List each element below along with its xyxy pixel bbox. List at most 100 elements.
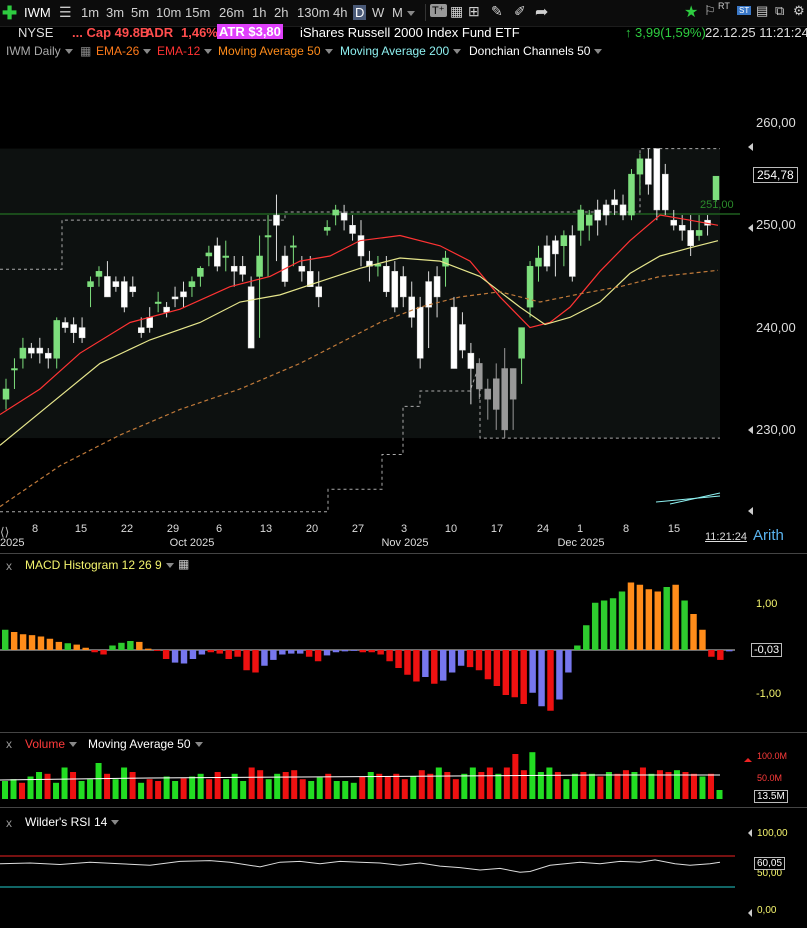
volume-chart[interactable] [0, 733, 807, 807]
candle-body [391, 271, 399, 308]
timeframe-15m[interactable]: 15m [185, 5, 210, 20]
timeframe-D[interactable]: D [353, 5, 367, 20]
macd-bar [341, 650, 349, 652]
chart-name[interactable]: IWM Daily [6, 44, 73, 58]
legend-ema12[interactable]: EMA-12 [157, 44, 213, 58]
volume-bar [682, 772, 689, 799]
candle [628, 169, 635, 221]
candle-body [137, 327, 145, 333]
adr-value: 1,46% [181, 25, 218, 40]
list-icon[interactable]: ☰ [59, 4, 72, 21]
candle-body [670, 219, 677, 226]
volume-bar [129, 772, 136, 799]
rsi-chart[interactable] [0, 808, 807, 928]
volume-bar [597, 776, 604, 799]
volume-bar [95, 763, 102, 799]
legend-ma200[interactable]: Moving Average 200 [340, 44, 462, 58]
volume-bar [359, 776, 366, 799]
legend-ema26[interactable]: EMA-26 [96, 44, 152, 58]
collapse-arrows-icon[interactable]: ⟨⟩ [0, 525, 9, 539]
candle-body [569, 235, 576, 277]
candle-body [154, 301, 162, 304]
candle-body [87, 281, 94, 287]
candle-body [611, 199, 618, 206]
price-tick: 240,00 [756, 319, 796, 335]
macd-bar [609, 598, 617, 650]
macd-bar [663, 587, 670, 650]
price-chart[interactable] [0, 62, 807, 530]
timeframe-130m[interactable]: 130m [297, 5, 330, 20]
layout-icon[interactable]: ⧉ [775, 3, 784, 19]
annotate-icon[interactable]: ✐ [514, 3, 526, 20]
save-icon[interactable]: ▤ [756, 3, 768, 19]
ma200-cyan-segment [669, 492, 721, 505]
chart-type-icon[interactable]: ▦ [450, 3, 463, 20]
macd-bar [73, 644, 80, 650]
macd-bar [55, 641, 63, 650]
candle-body [712, 175, 720, 200]
macd-bar [28, 635, 36, 650]
volume-bar [299, 779, 306, 799]
macd-bar [216, 650, 223, 654]
candle-body [205, 252, 213, 257]
timeframe-3m[interactable]: 3m [106, 5, 124, 20]
candle-body [129, 286, 137, 293]
timeframe-26m[interactable]: 26m [219, 5, 244, 20]
text-tool-icon[interactable]: T⁺ [430, 4, 447, 17]
macd-bar [708, 650, 715, 657]
volume-tick-100m: 100.0M [757, 751, 788, 761]
settings-icon[interactable]: ⚙ [793, 3, 805, 19]
timeframe-5m[interactable]: 5m [131, 5, 149, 20]
up-arrow-icon: ↑ [625, 25, 632, 40]
rsi-marker-icon [748, 909, 752, 917]
macd-bar [350, 650, 358, 651]
favorite-star-icon[interactable]: ★ [684, 2, 698, 22]
day-tick: 22 [120, 523, 134, 535]
price-change: 3,99(1,59%) [635, 25, 706, 40]
macd-bar [440, 650, 447, 681]
scale-toggle[interactable]: Arith [753, 527, 784, 544]
candle-body [662, 173, 669, 211]
timeframe-4h[interactable]: 4h [333, 5, 347, 20]
chart-name-label: IWM Daily [6, 44, 61, 58]
candle-body [332, 209, 339, 216]
day-tick: 6 [215, 523, 223, 535]
macd-bar [10, 632, 18, 650]
candle-body [28, 347, 35, 354]
draw-pencil-icon[interactable]: ✎ [491, 3, 503, 20]
timeframe-1m[interactable]: 1m [81, 5, 99, 20]
month-tick: Dec 2025 [557, 537, 605, 549]
macd-bar [654, 591, 661, 650]
volume-bar [104, 773, 111, 799]
macd-bar [690, 614, 697, 650]
macd-bar [118, 642, 125, 650]
add-symbol-icon[interactable]: ✚ [2, 3, 17, 24]
macd-bar [591, 602, 599, 650]
macd-bar [717, 650, 724, 660]
alert-flag-icon[interactable]: ⚐ [704, 3, 716, 19]
volume-bar [707, 773, 714, 799]
macd-histogram[interactable] [0, 554, 807, 732]
timeframe-W[interactable]: W [372, 5, 384, 20]
macd-bar [46, 638, 54, 650]
macd-bar [136, 641, 143, 650]
symbol-info-bar: NYSE ... Cap 49.8B ADR 1,46% ATR $3,80 i… [0, 23, 807, 42]
donchian-label: Donchian Channels 50 [469, 44, 591, 58]
share-icon[interactable]: ➦ [535, 2, 548, 22]
timeframe-2h[interactable]: 2h [274, 5, 288, 20]
volume-bar [699, 776, 706, 799]
st-badge[interactable]: ST [737, 6, 752, 15]
timeframe-1h[interactable]: 1h [252, 5, 266, 20]
legend-donchian[interactable]: Donchian Channels 50 [469, 44, 603, 58]
volume-bar [631, 772, 638, 799]
timeframe-10m[interactable]: 10m [156, 5, 181, 20]
volume-bar [461, 773, 468, 799]
ema26-color-icon[interactable]: ▦ [80, 44, 91, 58]
legend-ma50[interactable]: Moving Average 50 [218, 44, 333, 58]
volume-bar [121, 767, 128, 799]
add-study-icon[interactable]: ⊞ [468, 3, 480, 20]
day-tick: 8 [622, 523, 630, 535]
candle-body [678, 225, 686, 231]
symbol-input[interactable]: IWM [24, 5, 51, 20]
timeframe-M[interactable]: M [392, 5, 415, 20]
